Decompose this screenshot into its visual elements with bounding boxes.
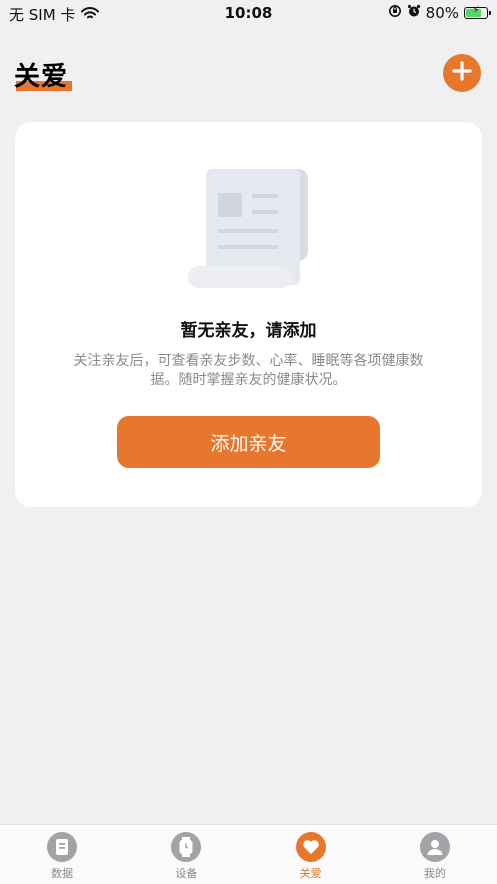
status-bar-right: 80% ⚡ [388,4,491,22]
data-icon [47,832,78,862]
add-friend-button[interactable]: 添加亲友 [117,416,380,468]
profile-icon [419,832,450,862]
page-title-wrap: 关爱 [14,56,72,93]
heart-icon [295,832,326,862]
charging-bolt-icon: ⚡ [472,5,480,16]
tab-care[interactable]: 关爱 [249,825,373,884]
battery-percent: 80% [425,4,459,22]
tab-bar: 数据 设备 关爱 我的 [0,824,497,884]
tab-me-label: 我的 [423,867,446,880]
empty-state-card: 暂无亲友，请添加 关注亲友后，可查看亲友步数、心率、睡眠等各项健康数据。随时掌握… [15,122,482,507]
rotation-lock-icon [388,4,402,22]
status-bar: 无 SIM 卡 10:08 80% ⚡ [0,0,497,28]
tab-device[interactable]: 设备 [124,825,248,884]
battery-icon: ⚡ [464,5,491,19]
empty-state-title: 暂无亲友，请添加 [180,321,317,341]
watch-icon [171,832,202,862]
plus-icon [452,61,472,85]
tab-care-label: 关爱 [299,867,322,880]
alarm-icon [407,4,421,22]
add-friend-icon-button[interactable] [443,54,481,92]
page-header: 关爱 [0,40,497,106]
tab-data-label: 数据 [51,867,74,880]
tab-me[interactable]: 我的 [373,825,497,884]
page-title: 关爱 [14,62,69,92]
tab-device-label: 设备 [175,867,198,880]
tab-data[interactable]: 数据 [0,825,124,884]
document-scroll-icon [188,167,310,295]
empty-state-description: 关注亲友后，可查看亲友步数、心率、睡眠等各项健康数据。随时掌握亲友的健康状况。 [73,353,424,388]
